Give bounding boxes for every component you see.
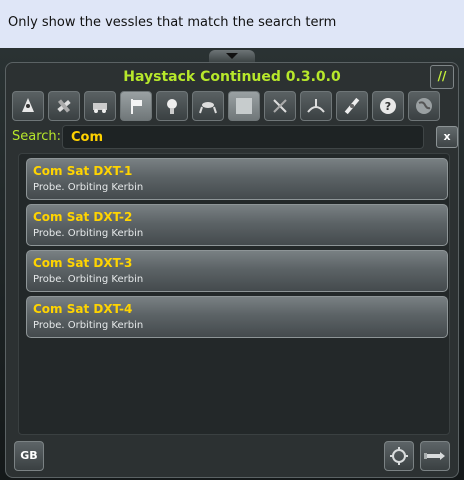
body-filter-button[interactable] (408, 91, 440, 121)
filter-ship-button[interactable] (336, 91, 368, 121)
blank-icon (236, 98, 252, 114)
filter-flag-button[interactable] (120, 91, 152, 121)
station-icon (307, 99, 325, 113)
resize-button[interactable]: // (430, 65, 454, 89)
window-title: Haystack Continued 0.3.0.0 (123, 69, 341, 85)
caption-bar: Only show the vessles that match the sea… (0, 0, 464, 48)
vessel-name: Com Sat DXT-4 (33, 302, 133, 316)
ship-icon (344, 97, 360, 115)
rover-icon (93, 103, 107, 113)
flag-icon (131, 99, 142, 114)
filter-relay-button[interactable] (48, 91, 80, 121)
search-input[interactable] (62, 125, 424, 149)
target-icon (390, 447, 408, 465)
help-button[interactable]: ? (372, 91, 404, 121)
switch-vessel-button[interactable] (420, 441, 450, 471)
probe-icon (167, 99, 177, 114)
vessel-item[interactable]: Com Sat DXT-4 Probe. Orbiting Kerbin (26, 296, 448, 338)
vessel-item[interactable]: Com Sat DXT-1 Probe. Orbiting Kerbin (26, 158, 448, 200)
filter-debris-button[interactable] (264, 91, 296, 121)
caption-text: Only show the vessles that match the sea… (8, 15, 337, 30)
lander-icon (22, 98, 34, 112)
debris-icon (273, 99, 287, 113)
filter-station-button[interactable] (300, 91, 332, 121)
vessel-name: Com Sat DXT-1 (33, 164, 133, 178)
clear-search-button[interactable]: x (436, 126, 458, 148)
vessel-description: Probe. Orbiting Kerbin (33, 228, 144, 239)
collapse-tab[interactable] (209, 50, 255, 62)
search-label: Search: (12, 129, 62, 144)
vessel-type-toolbar: ? (12, 91, 440, 123)
filter-rover-button[interactable] (84, 91, 116, 121)
help-icon: ? (380, 98, 396, 114)
search-row: Search: x (12, 125, 458, 151)
vessel-item[interactable]: Com Sat DXT-3 Probe. Orbiting Kerbin (26, 250, 448, 292)
filter-lander-button[interactable] (12, 91, 44, 121)
vessel-name: Com Sat DXT-2 (33, 210, 133, 224)
vessel-description: Probe. Orbiting Kerbin (33, 320, 144, 331)
vessel-description: Probe. Orbiting Kerbin (33, 274, 144, 285)
filter-base-button[interactable] (192, 91, 224, 121)
vessel-list: Com Sat DXT-1 Probe. Orbiting Kerbin Com… (18, 153, 450, 435)
filter-probe-button[interactable] (156, 91, 188, 121)
satellite-icon (57, 99, 71, 113)
filter-blank-button[interactable] (228, 91, 260, 121)
focus-button[interactable] (384, 441, 414, 471)
globe-icon (416, 98, 432, 114)
svg-text:?: ? (385, 100, 391, 113)
haystack-window: Haystack Continued 0.3.0.0 // ? Search: … (5, 62, 459, 478)
vessel-description: Probe. Orbiting Kerbin (33, 182, 144, 193)
vessel-item[interactable]: Com Sat DXT-2 Probe. Orbiting Kerbin (26, 204, 448, 246)
base-icon (199, 102, 217, 114)
vessel-icon (424, 452, 445, 460)
gb-button[interactable]: GB (14, 441, 44, 471)
chevron-down-icon (226, 53, 238, 59)
vessel-name: Com Sat DXT-3 (33, 256, 133, 270)
